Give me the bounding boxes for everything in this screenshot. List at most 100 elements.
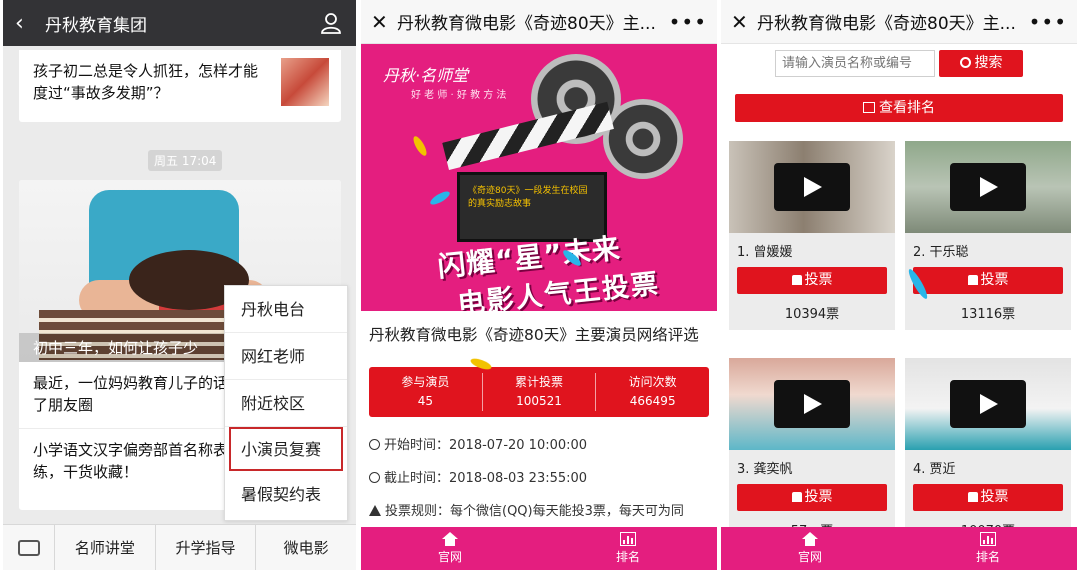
article-link-text: 小学语文汉字偏旁部首名称表 <box>33 441 229 459</box>
video-thumbnail[interactable] <box>905 358 1071 450</box>
person-icon[interactable] <box>318 10 344 36</box>
vote-button-label: 投票 <box>804 489 833 505</box>
stat-value: 100521 <box>516 394 562 408</box>
article-link-text: 了朋友圈 <box>33 396 94 414</box>
webview-header: ✕ 丹秋教育微电影《奇迹80天》主... ••• <box>361 0 717 44</box>
tab-admission[interactable]: 升学指导 <box>156 524 257 570</box>
stat-value: 466495 <box>629 394 676 408</box>
ranking-button-label: 查看排名 <box>879 100 935 116</box>
stat-label: 累计投票 <box>515 375 564 389</box>
play-icon[interactable] <box>774 163 850 211</box>
popup-menu: 丹秋电台 网红老师 附近校区 小演员复赛 暑假契约表 <box>224 285 348 521</box>
actor-name: 2. 干乐聪 <box>913 245 969 260</box>
thumbs-up-icon <box>791 275 802 285</box>
nav-home[interactable]: 官网 <box>721 527 899 570</box>
bottom-nav: 官网 排名 <box>721 527 1077 570</box>
menu-item-radio[interactable]: 丹秋电台 <box>225 286 347 333</box>
brand-tagline: 好 老 师 · 好 教 方 法 <box>411 90 507 101</box>
nav-label: 排名 <box>615 550 640 564</box>
article-thumbnail <box>281 58 329 106</box>
menu-item-campus[interactable]: 附近校区 <box>225 380 347 427</box>
vote-count: 13116票 <box>960 307 1016 322</box>
vote-count: 10394票 <box>784 307 840 322</box>
page-title: 丹秋教育微电影《奇迹80天》主要演员网络评选 <box>369 326 699 344</box>
webview-title: 丹秋教育微电影《奇迹80天》主... <box>757 14 1016 34</box>
account-header: ‹ 丹秋教育集团 <box>3 0 356 46</box>
video-thumbnail[interactable] <box>729 141 895 233</box>
bar-chart-icon <box>980 532 996 546</box>
search-input[interactable] <box>775 50 935 77</box>
end-time: 截止时间：2018-08-03 23:55:00 <box>384 471 588 486</box>
video-thumbnail[interactable] <box>729 358 895 450</box>
menu-item-teachers[interactable]: 网红老师 <box>225 333 347 380</box>
actor-card: 4. 贾近 投票 10070票 <box>905 358 1071 547</box>
actor-name: 3. 龚奕帆 <box>737 462 793 477</box>
actor-card: 1. 曾媛媛 投票 10394票 <box>729 141 895 330</box>
more-icon[interactable]: ••• <box>1029 10 1067 34</box>
play-icon[interactable] <box>950 380 1026 428</box>
home-icon <box>442 532 458 546</box>
nav-ranking[interactable]: 排名 <box>539 527 717 570</box>
search-button[interactable]: 搜索 <box>939 50 1023 77</box>
vote-list-panel: ✕ 丹秋教育微电影《奇迹80天》主... ••• 搜索 查看排名 1. 曾媛媛 … <box>721 0 1077 570</box>
film-reel-icon <box>603 99 683 179</box>
account-bottom-bar: 名师讲堂 升学指导 微电影 <box>3 524 356 570</box>
start-time-row: 开始时间：2018-07-20 10:00:00 <box>369 429 709 462</box>
bar-chart-icon <box>620 532 636 546</box>
clock-icon <box>369 439 380 450</box>
vote-button-label: 投票 <box>980 489 1009 505</box>
screenshot-collage: ‹ 丹秋教育集团 孩子初二总是令人抓狂，怎样才能度过“事故多发期”？ 周五 17… <box>0 0 1080 570</box>
nav-home[interactable]: 官网 <box>361 527 539 570</box>
home-icon <box>802 532 818 546</box>
view-ranking-button[interactable]: 查看排名 <box>735 94 1063 122</box>
nav-ranking[interactable]: 排名 <box>899 527 1077 570</box>
webview-title: 丹秋教育微电影《奇迹80天》主... <box>397 14 656 34</box>
menu-item-summer-contract[interactable]: 暑假契约表 <box>225 471 347 518</box>
article-link-text: 练，干货收藏！ <box>33 463 139 481</box>
article-title: 孩子初二总是令人抓狂，怎样才能度过“事故多发期”？ <box>33 62 259 102</box>
webview-header: ✕ 丹秋教育微电影《奇迹80天》主... ••• <box>721 0 1077 44</box>
vote-landing-panel: ✕ 丹秋教育微电影《奇迹80天》主... ••• 丹秋·名师堂 好 老 师 · … <box>361 0 717 570</box>
stat-actors: 参与演员 45 <box>369 373 483 411</box>
nav-label: 官网 <box>437 550 462 564</box>
vote-button[interactable]: 投票 <box>737 484 887 511</box>
close-icon[interactable]: ✕ <box>371 10 397 34</box>
vote-button[interactable]: 投票 <box>913 267 1063 294</box>
actor-card: 3. 龚奕帆 投票 57__票 <box>729 358 895 547</box>
article-card[interactable]: 孩子初二总是令人抓狂，怎样才能度过“事故多发期”？ <box>19 50 341 122</box>
close-icon[interactable]: ✕ <box>731 10 757 34</box>
search-bar: 搜索 <box>775 50 1023 77</box>
clapper-text: 《奇迹80天》一段发生在校园的真实励志故事 <box>468 186 588 209</box>
actor-name: 4. 贾近 <box>913 462 956 477</box>
stats-bar: 参与演员 45 累计投票 100521 访问次数 466495 <box>369 367 709 417</box>
thumbs-up-icon <box>967 275 978 285</box>
vote-button[interactable]: 投票 <box>737 267 887 294</box>
stat-visits: 访问次数 466495 <box>596 373 709 411</box>
play-icon[interactable] <box>774 380 850 428</box>
stat-value: 45 <box>417 394 433 408</box>
start-time: 开始时间：2018-07-20 10:00:00 <box>384 438 588 453</box>
wechat-account-panel: ‹ 丹秋教育集团 孩子初二总是令人抓狂，怎样才能度过“事故多发期”？ 周五 17… <box>3 0 356 570</box>
end-time-row: 截止时间：2018-08-03 23:55:00 <box>369 462 709 495</box>
article-link-text: 最近，一位妈妈教育儿子的话 <box>33 374 229 392</box>
account-title: 丹秋教育集团 <box>45 15 147 36</box>
more-icon[interactable]: ••• <box>669 10 707 34</box>
search-icon <box>959 57 971 68</box>
vote-rules: 投票规则：每个微信(QQ)每天能投3票，每天可为同 <box>385 504 684 519</box>
vote-button[interactable]: 投票 <box>913 484 1063 511</box>
brand-logo: 丹秋·名师堂 <box>383 66 469 85</box>
tab-lectures[interactable]: 名师讲堂 <box>55 524 156 570</box>
video-thumbnail[interactable] <box>905 141 1071 233</box>
search-button-label: 搜索 <box>974 55 1003 71</box>
keyboard-icon[interactable] <box>3 524 55 570</box>
message-timestamp: 周五 17:04 <box>148 150 223 171</box>
bar-chart-icon <box>863 102 875 113</box>
stat-label: 访问次数 <box>628 375 677 389</box>
chevron-left-icon[interactable]: ‹ <box>15 11 39 36</box>
tab-microfilm[interactable]: 微电影 <box>256 525 356 570</box>
bottom-nav: 官网 排名 <box>361 527 717 570</box>
menu-item-actor-contest[interactable]: 小演员复赛 <box>229 427 343 471</box>
play-icon[interactable] <box>950 163 1026 211</box>
nav-label: 排名 <box>975 550 1000 564</box>
rules-row: 投票规则：每个微信(QQ)每天能投3票，每天可为同 <box>369 495 709 528</box>
